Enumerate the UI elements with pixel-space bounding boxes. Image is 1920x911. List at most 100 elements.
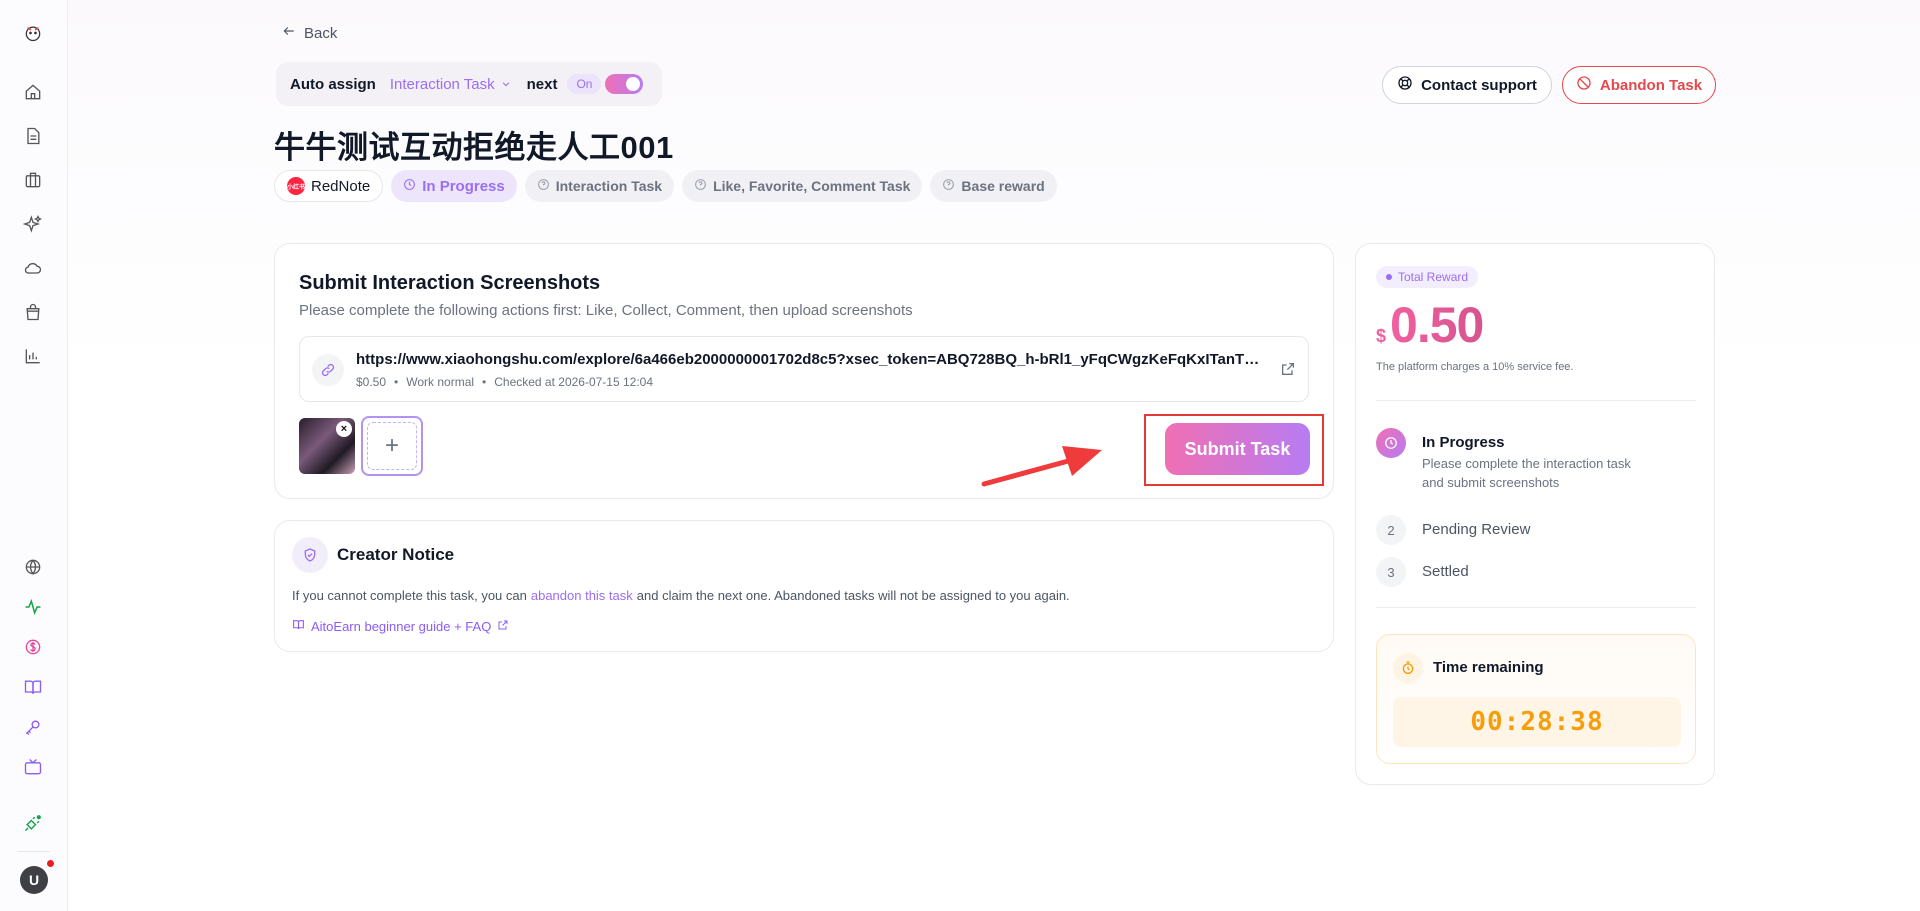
divider	[1376, 607, 1696, 608]
task-link-url[interactable]: https://www.xiaohongshu.com/explore/6a46…	[356, 351, 1266, 368]
page-title: 牛牛测试互动拒绝走人工001	[274, 130, 674, 165]
task-link-box[interactable]: https://www.xiaohongshu.com/explore/6a46…	[299, 336, 1309, 402]
tv-icon[interactable]	[18, 752, 48, 782]
home-icon[interactable]	[18, 77, 48, 107]
divider	[1376, 400, 1696, 401]
faq-link[interactable]: AitoEarn beginner guide + FAQ	[292, 618, 509, 634]
activity-icon[interactable]	[18, 592, 48, 622]
fee-note: The platform charges a 10% service fee.	[1376, 361, 1574, 373]
status-badge: In Progress	[391, 170, 517, 202]
link-icon	[312, 354, 344, 386]
plugin-icon[interactable]	[18, 808, 48, 838]
card-subtitle: Please complete the following actions fi…	[299, 302, 913, 319]
key-icon[interactable]	[18, 712, 48, 742]
link-checked: Checked at 2026-07-15 12:04	[494, 375, 654, 389]
time-remaining-label: Time remaining	[1433, 659, 1544, 676]
platform-label: RedNote	[311, 177, 371, 195]
notice-text-before: If you cannot complete this task, you ca…	[292, 588, 527, 603]
countdown-timer: 00:28:38	[1393, 697, 1681, 747]
auto-assign-label: Auto assign	[290, 75, 376, 93]
notice-title: Creator Notice	[337, 545, 455, 564]
task-tags: 小红书 RedNote In Progress Interaction Task…	[274, 170, 1057, 202]
task-type-value: Interaction Task	[389, 75, 495, 93]
step-pending-review: 2 Pending Review	[1376, 515, 1530, 545]
notice-text: If you cannot complete this task, you ca…	[292, 588, 1070, 603]
abandon-task-link[interactable]: abandon this task	[527, 588, 637, 603]
step-settled: 3 Settled	[1376, 557, 1469, 587]
step-description: Please complete the interaction task and…	[1422, 456, 1631, 490]
meta-separator: •	[394, 375, 399, 389]
faq-label: AitoEarn beginner guide + FAQ	[311, 618, 492, 634]
dollar-icon[interactable]	[18, 632, 48, 662]
link-status: Work normal	[406, 375, 475, 389]
book-open-icon	[292, 618, 305, 634]
annotation-arrow-icon	[981, 446, 1102, 487]
sparkle-icon[interactable]	[18, 209, 48, 239]
globe-icon[interactable]	[18, 552, 48, 582]
auto-assign-bar: Auto assign Interaction Task next On	[276, 62, 662, 106]
arrow-left-icon	[282, 24, 296, 42]
creator-notice-card: Creator Notice If you cannot complete th…	[274, 520, 1334, 652]
task-actions-tag: Like, Favorite, Comment Task	[682, 170, 923, 202]
external-link-icon[interactable]	[1280, 361, 1296, 382]
analytics-icon[interactable]	[18, 341, 48, 371]
contact-support-label: Contact support	[1421, 76, 1537, 94]
notification-dot	[46, 859, 55, 868]
remove-screenshot-button[interactable]: ×	[336, 421, 352, 437]
reward-currency: $	[1376, 326, 1387, 346]
cloud-icon[interactable]	[18, 253, 48, 283]
briefcase-icon[interactable]	[18, 165, 48, 195]
ban-icon	[1576, 75, 1592, 95]
shopping-bag-icon[interactable]	[18, 297, 48, 327]
step-title: Settled	[1422, 563, 1469, 580]
submit-task-button[interactable]: Submit Task	[1165, 423, 1310, 475]
step-number: 3	[1376, 557, 1406, 587]
reward-value: 0.50	[1390, 297, 1484, 353]
clock-icon	[1376, 428, 1406, 458]
sidebar: U	[0, 0, 68, 911]
step-in-progress: In Progress Please complete the interact…	[1376, 428, 1642, 492]
status-label: In Progress	[422, 177, 505, 195]
clock-icon	[403, 178, 416, 195]
next-label: next	[526, 75, 558, 93]
platform-tag: 小红书 RedNote	[274, 170, 384, 202]
book-icon[interactable]	[18, 672, 48, 702]
screenshot-thumbnail[interactable]: ×	[299, 418, 355, 474]
step-number: 2	[1376, 515, 1406, 545]
task-type-select[interactable]: Interaction Task	[390, 76, 511, 93]
logo-icon[interactable]	[18, 18, 48, 48]
abandon-task-button[interactable]: Abandon Task	[1562, 66, 1716, 104]
avatar[interactable]: U	[20, 866, 48, 894]
help-icon	[694, 178, 707, 194]
plus-icon: +	[367, 422, 417, 470]
link-price: $0.50	[356, 375, 387, 389]
task-type-label: Interaction Task	[555, 178, 663, 194]
reward-type-label: Base reward	[961, 178, 1045, 194]
back-button[interactable]: Back	[282, 24, 337, 42]
task-link-meta: $0.50 • Work normal • Checked at 2026-07…	[356, 375, 653, 389]
support-icon	[1397, 75, 1413, 95]
contact-support-button[interactable]: Contact support	[1382, 66, 1552, 104]
help-icon	[942, 178, 955, 194]
auto-next-toggle[interactable]	[605, 74, 644, 94]
back-label: Back	[304, 24, 338, 42]
stopwatch-icon	[1393, 653, 1423, 683]
rednote-logo-icon: 小红书	[287, 177, 305, 195]
reward-amount: $ 0.50	[1376, 296, 1484, 354]
sidebar-divider	[18, 851, 50, 852]
task-actions-label: Like, Favorite, Comment Task	[713, 178, 911, 194]
document-icon[interactable]	[18, 121, 48, 151]
step-title: Pending Review	[1422, 521, 1531, 538]
toggle-state-label: On	[567, 74, 602, 94]
step-title: In Progress	[1422, 434, 1505, 451]
task-type-tag: Interaction Task	[524, 170, 675, 202]
add-screenshot-button[interactable]: +	[361, 416, 423, 476]
notice-text-after: and claim the next one. Abandoned tasks …	[636, 588, 1070, 603]
help-icon	[537, 178, 550, 194]
time-remaining-card: Time remaining 00:28:38	[1376, 634, 1696, 764]
abandon-task-label: Abandon Task	[1599, 76, 1703, 94]
meta-separator: •	[482, 375, 487, 389]
shield-check-icon	[292, 537, 328, 573]
total-reward-pill: Total Reward	[1376, 266, 1479, 288]
reward-type-tag: Base reward	[930, 170, 1057, 202]
